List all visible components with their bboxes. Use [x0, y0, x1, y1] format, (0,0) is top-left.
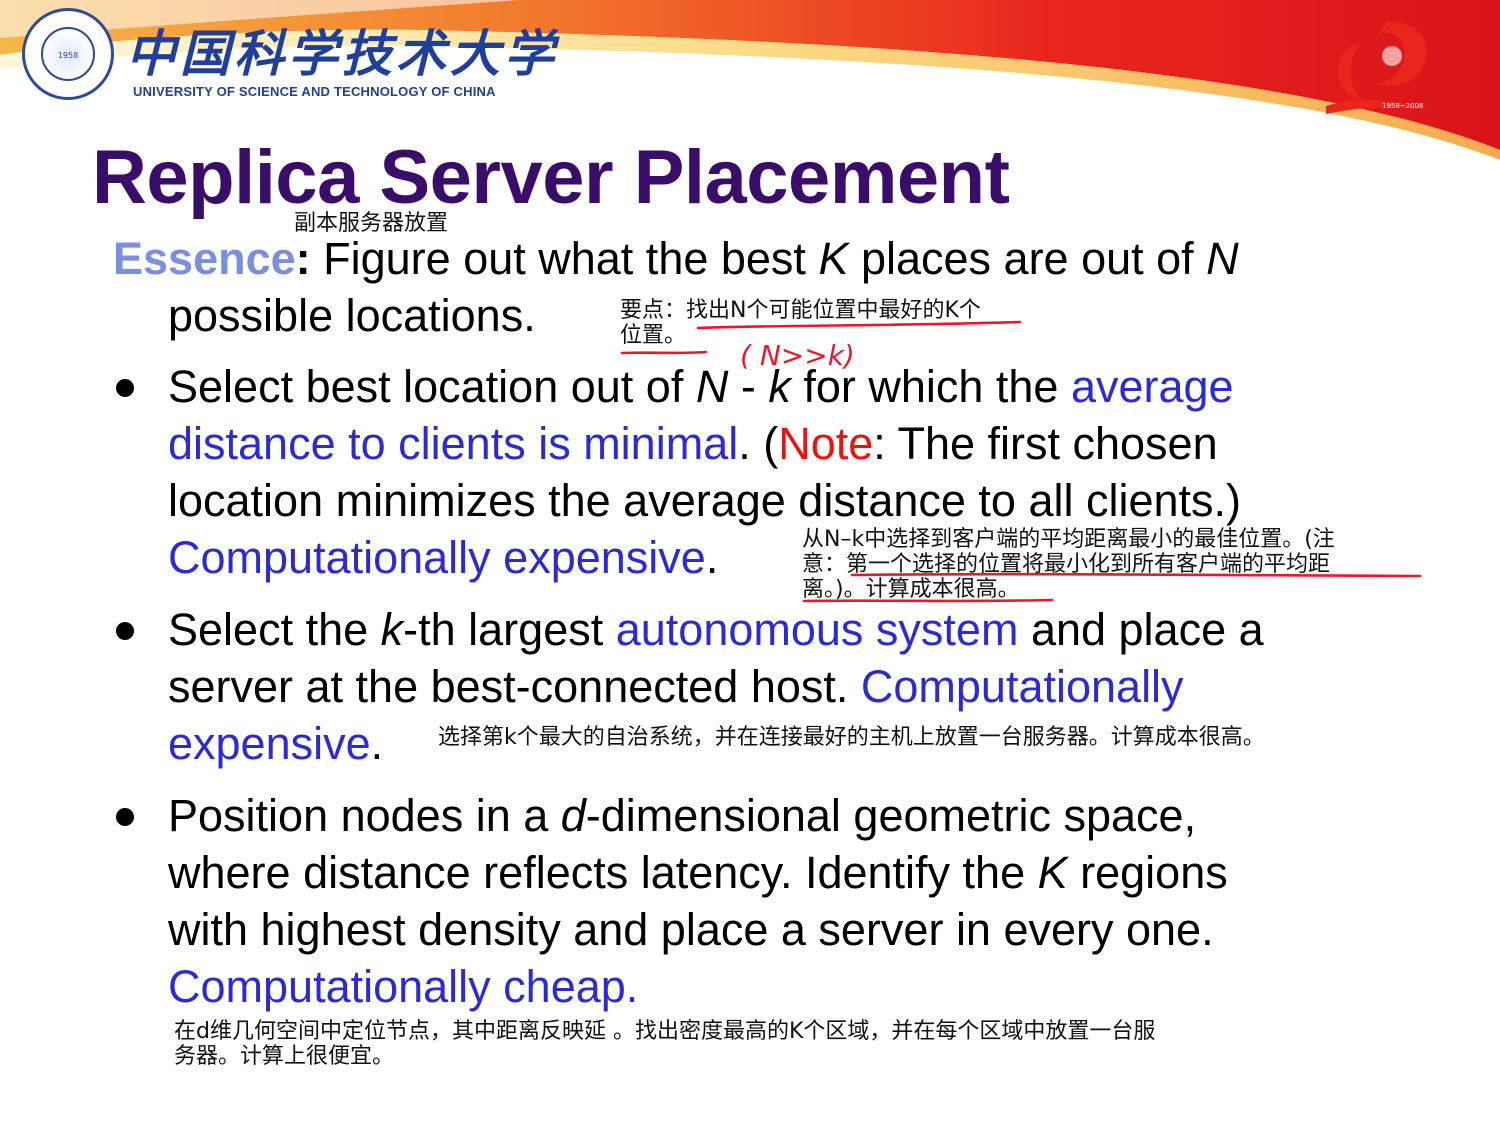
bullet1-note-2: 意：第一个选择的位置将最小化到所有客户端的平均距	[802, 552, 1331, 577]
bullet-marker-3	[116, 808, 134, 826]
bullet1-highlight-b: distance to clients is minimal	[168, 418, 739, 469]
essence-colon: :	[295, 233, 311, 284]
bullet3-note-1: 在d维几何空间中定位节点，其中距离反映延 。找出密度最高的K个区域，并在每个区域…	[174, 1019, 1156, 1044]
seal-inner-emblem: 1958	[41, 27, 95, 81]
bullet2-cost-a: Computationally	[860, 661, 1184, 712]
essence-text-a: Figure out what the best	[310, 233, 819, 284]
bullet-marker-2	[116, 622, 134, 640]
essence-text-b: places are out of	[848, 233, 1207, 284]
bullet1-line-1: Select best location out of N - k for wh…	[168, 364, 1234, 409]
bullet3-text-b: -dimensional geometric space,	[585, 790, 1197, 841]
bullet3-cost: Computationally cheap.	[168, 961, 639, 1012]
slide-title: Replica Server Placement	[92, 135, 1010, 220]
university-chinese-name: 中国科学技术大学	[126, 24, 558, 83]
bullet1-period: .	[705, 532, 719, 583]
bullet2-text-c: and place a	[1018, 604, 1264, 655]
bullet2-k: k	[380, 604, 404, 655]
bullet3-line-4: Computationally cheap.	[168, 964, 638, 1009]
bullet2-text-a: Select the	[168, 604, 381, 655]
anniversary-logo: 1958~2008	[1326, 21, 1428, 114]
bullet3-line-1: Position nodes in a d-dimensional geomet…	[168, 793, 1196, 838]
bullet3-line-2: where distance reflects latency. Identif…	[168, 850, 1228, 895]
bullet-marker-1	[116, 379, 134, 397]
bullet1-k: k	[768, 361, 791, 412]
seal-year: 1958	[57, 51, 79, 60]
bullet2-cost-b: expensive	[168, 718, 371, 769]
bullet2-text-d: server at the best-connected host.	[168, 661, 861, 712]
bullet2-line-2: server at the best-connected host. Compu…	[168, 664, 1184, 709]
bullet3-line-3: with highest density and place a server …	[168, 904, 1214, 955]
anniversary-years: 1958~2008	[1382, 102, 1424, 110]
essence-n: N	[1206, 233, 1239, 284]
bullet1-cost: Computationally expensive	[168, 532, 706, 583]
university-english-name: UNIVERSITY OF SCIENCE AND TECHNOLOGY OF …	[133, 84, 496, 99]
bullet1-line-2: distance to clients is minimal. (Note: T…	[168, 421, 1218, 466]
bullet1-line-4: Computationally expensive.	[168, 535, 718, 580]
essence-note-2: 位置。	[620, 323, 687, 348]
essence-line-2: possible locations.	[168, 290, 536, 341]
bullet1-note-3: 离。)。计算成本很高。	[802, 577, 1020, 602]
bullet2-text-b: -th largest	[403, 604, 616, 655]
bullet3-text-c: where distance reflects latency. Identif…	[168, 847, 1038, 898]
bullet3-text-a: Position nodes in a	[168, 790, 561, 841]
bullet1-line-3: location minimizes the average distance …	[168, 475, 1242, 526]
bullet1-dash: -	[728, 361, 769, 412]
bullet1-punct: . (	[738, 418, 779, 469]
bullet1-text-b: for which the	[790, 361, 1071, 412]
bullet3-note-2: 务器。计算上很便宜。	[174, 1044, 395, 1069]
title-annotation: 副本服务器放置	[294, 211, 449, 236]
bullet1-highlight-a: average	[1070, 361, 1234, 412]
bullet3-d: d	[560, 790, 586, 841]
bullet2-period: .	[370, 718, 384, 769]
bullet3-k: K	[1037, 847, 1068, 898]
bullet2-highlight: autonomous system	[615, 604, 1019, 655]
essence-k: K	[818, 233, 849, 284]
bullet2-note: 选择第k个最大的自治系统，并在连接最好的主机上放置一台服务器。计算成本很高。	[438, 725, 1265, 750]
university-seal-logo: 1958	[22, 8, 114, 100]
bullet1-n: N	[695, 361, 729, 412]
bullet2-line-3: expensive.	[168, 721, 383, 766]
pen-underline-essence-note-2	[620, 350, 708, 355]
bullet1-note-word: Note	[778, 418, 874, 469]
bullet3-text-d: regions	[1067, 847, 1228, 898]
bullet1-text-c: : The first chosen	[873, 418, 1218, 469]
essence-label: Essence	[113, 233, 296, 284]
bullet1-text-a: Select best location out of	[168, 361, 696, 412]
bullet1-note-1: 从N–k中选择到客户端的平均距离最小的最佳位置。(注	[802, 527, 1335, 552]
bullet2-line-1: Select the k-th largest autonomous syste…	[168, 607, 1264, 652]
essence-line-1: Essence: Figure out what the best K plac…	[113, 236, 1239, 281]
essence-note-1: 要点：找出N个可能位置中最好的K个	[620, 298, 981, 323]
